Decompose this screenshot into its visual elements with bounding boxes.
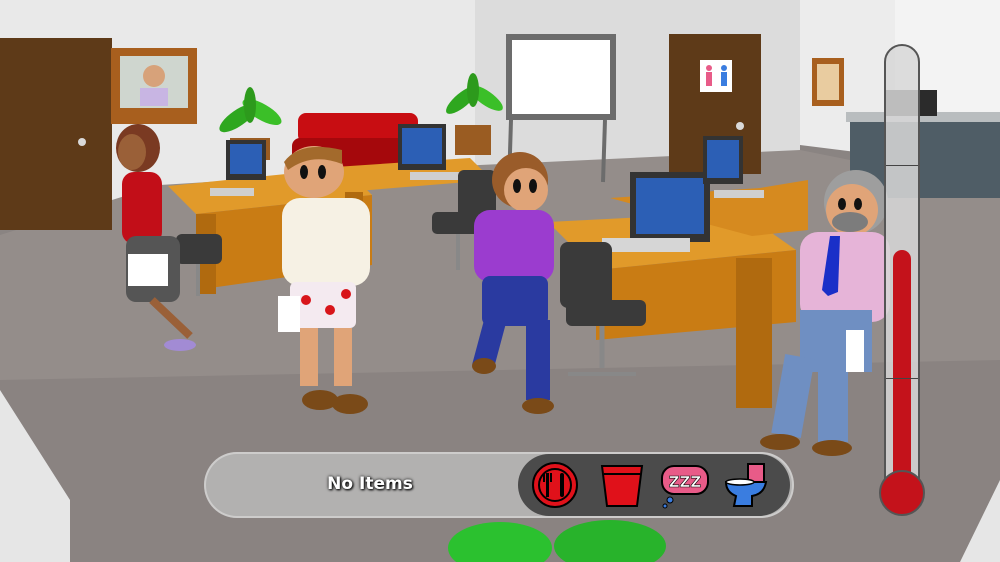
restroom-door-knob	[736, 122, 744, 130]
portrait-body	[140, 88, 168, 106]
svg-text:ZZZ: ZZZ	[669, 473, 702, 491]
cup-icon[interactable]	[597, 460, 647, 510]
meter-bulb	[879, 470, 925, 516]
left-door-knob	[78, 138, 86, 146]
portrait-face	[143, 65, 165, 87]
meter-tick	[886, 378, 918, 379]
meter-fill	[893, 250, 911, 488]
meter-tick	[886, 165, 918, 166]
left-door[interactable]	[0, 38, 112, 230]
zzz-bubble-icon[interactable]: ZZZ	[660, 460, 710, 510]
inventory-label: No Items	[327, 474, 413, 494]
toilet-icon[interactable]	[722, 460, 772, 510]
restroom-sign-icon	[700, 60, 732, 92]
fork-knife-icon[interactable]	[530, 460, 580, 510]
